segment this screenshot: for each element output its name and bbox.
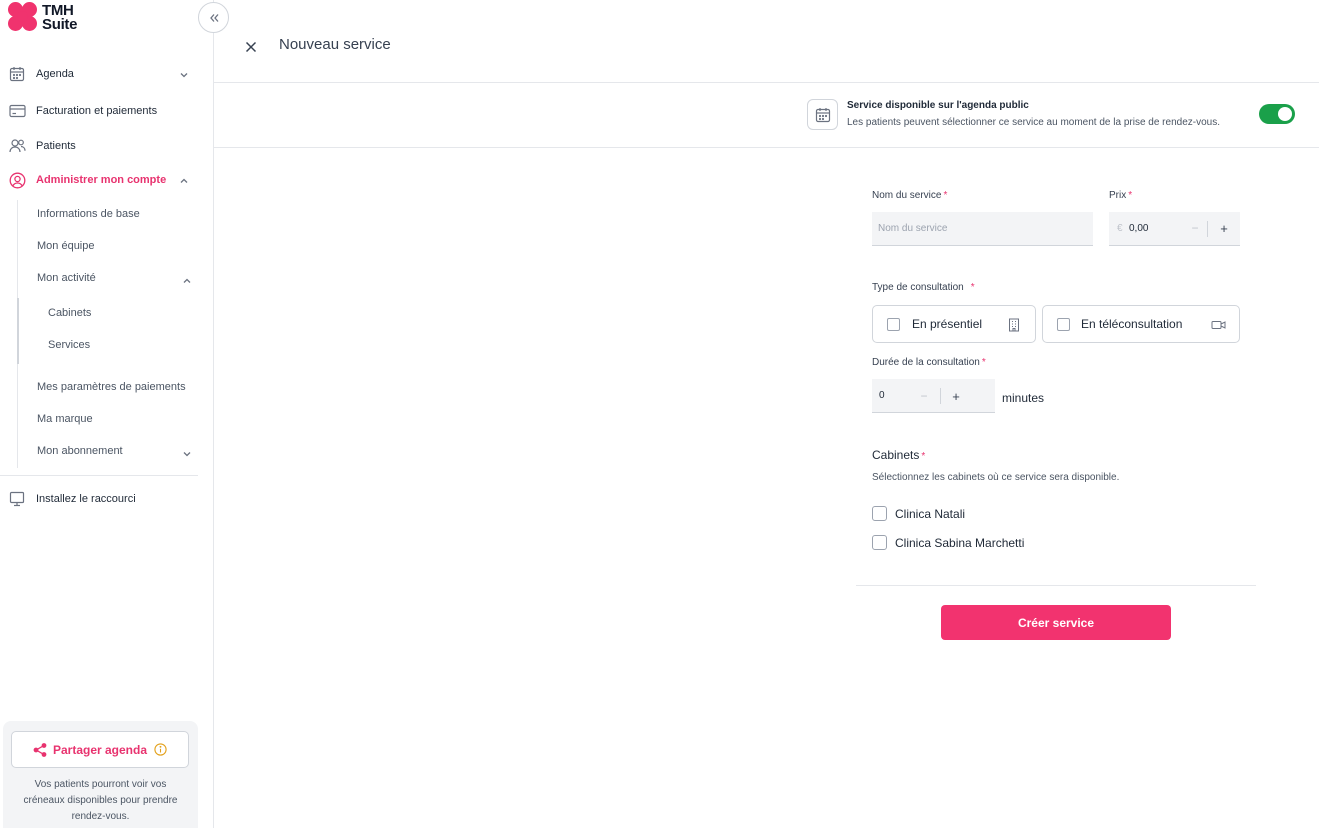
sidebar-item-label: Patients xyxy=(36,140,76,152)
public-agenda-title: Service disponible sur l'agenda public xyxy=(847,100,1029,111)
sidebar: TMH Suite Agenda Facturation et paiement… xyxy=(0,0,214,828)
chevron-up-icon[interactable] xyxy=(181,275,193,287)
teleconsultation-label: En téléconsultation xyxy=(1081,317,1183,331)
sidebar-item-label: Installez le raccourci xyxy=(36,493,136,505)
cabinet-checkbox[interactable] xyxy=(872,506,887,521)
sidebar-item-patients[interactable]: Patients xyxy=(8,137,76,155)
toggle-knob xyxy=(1278,107,1292,121)
logo-text: TMH Suite xyxy=(42,2,78,33)
currency-symbol: € xyxy=(1117,223,1123,234)
close-button[interactable] xyxy=(242,38,260,56)
stepper-separator xyxy=(1207,221,1208,237)
public-agenda-description: Les patients peuvent sélectionner ce ser… xyxy=(847,117,1220,128)
price-decrement-button[interactable]: − xyxy=(1186,219,1204,237)
users-icon xyxy=(8,137,26,155)
tmh-suite-logo[interactable]: TMH Suite xyxy=(8,2,77,34)
public-agenda-toggle[interactable] xyxy=(1259,104,1295,124)
stepper-separator xyxy=(940,388,941,404)
page-title: Nouveau service xyxy=(279,36,391,53)
sidebar-subitem-activity[interactable]: Mon activité xyxy=(37,272,96,284)
form-divider xyxy=(856,585,1256,586)
price-label: Prix * xyxy=(1109,190,1133,201)
duration-decrement-button[interactable]: − xyxy=(915,387,933,405)
duration-stepper[interactable]: 0 − + xyxy=(872,379,995,413)
cabinets-description: Sélectionnez les cabinets où ce service … xyxy=(872,472,1120,483)
monitor-icon xyxy=(8,490,26,508)
in-person-option[interactable]: En présentiel xyxy=(872,305,1036,343)
sidebar-item-agenda[interactable]: Agenda xyxy=(8,65,74,83)
chevron-up-icon[interactable] xyxy=(178,175,190,187)
teleconsultation-checkbox[interactable] xyxy=(1057,318,1070,331)
price-value[interactable]: 0,00 xyxy=(1129,223,1148,234)
collapse-sidebar-button[interactable] xyxy=(198,2,229,33)
price-stepper[interactable]: € 0,00 − + xyxy=(1109,212,1240,246)
in-person-label: En présentiel xyxy=(912,317,983,331)
sidebar-subitem-team[interactable]: Mon équipe xyxy=(37,240,95,252)
service-name-label: Nom du service * xyxy=(872,190,948,201)
cabinet-option[interactable]: Clinica Sabina Marchetti xyxy=(872,535,1024,550)
credit-card-icon xyxy=(8,102,26,120)
sidebar-subitem-cabinets[interactable]: Cabinets xyxy=(48,307,91,319)
price-increment-button[interactable]: + xyxy=(1215,219,1233,237)
video-icon xyxy=(1210,317,1226,333)
close-icon xyxy=(245,41,257,53)
cabinet-checkbox[interactable] xyxy=(872,535,887,550)
logo-mark-icon xyxy=(8,2,40,34)
cabinets-title: Cabinets * xyxy=(872,448,926,462)
sidebar-subitem-services[interactable]: Services xyxy=(48,339,90,351)
sidebar-item-label: Administrer mon compte xyxy=(36,174,167,186)
duration-label: Durée de la consultation * xyxy=(872,357,986,368)
activity-submenu-guide xyxy=(17,298,19,364)
header-divider xyxy=(214,82,1319,83)
info-icon[interactable] xyxy=(154,743,167,756)
cabinet-label: Clinica Sabina Marchetti xyxy=(895,535,1025,550)
duration-unit: minutes xyxy=(1002,391,1045,405)
chevron-down-icon[interactable] xyxy=(178,69,190,81)
sidebar-item-label: Agenda xyxy=(36,68,74,80)
share-agenda-description: Vos patients pourront voir vos créneaux … xyxy=(23,779,178,822)
user-circle-icon xyxy=(8,171,26,189)
calendar-icon xyxy=(8,65,26,83)
consultation-type-label: Type de consultation * xyxy=(872,282,975,293)
teleconsultation-option[interactable]: En téléconsultation xyxy=(1042,305,1240,343)
sidebar-subitem-brand[interactable]: Ma marque xyxy=(37,413,93,425)
share-agenda-card: Partager agenda Vos patients pourront vo… xyxy=(3,721,198,828)
create-service-button[interactable]: Créer service xyxy=(941,605,1171,640)
sidebar-item-account[interactable]: Administrer mon compte xyxy=(8,171,166,189)
double-chevron-left-icon xyxy=(208,12,220,24)
cabinet-option[interactable]: Clinica Natali xyxy=(872,506,965,521)
duration-increment-button[interactable]: + xyxy=(947,387,965,405)
cabinet-label: Clinica Natali xyxy=(895,506,966,521)
sidebar-subitem-basic-info[interactable]: Informations de base xyxy=(37,208,140,220)
share-icon xyxy=(33,742,47,757)
building-icon xyxy=(1006,317,1022,333)
section-divider xyxy=(214,147,1319,148)
share-agenda-button[interactable]: Partager agenda xyxy=(11,731,189,768)
duration-value[interactable]: 0 xyxy=(879,390,885,401)
chevron-down-icon[interactable] xyxy=(181,448,193,460)
in-person-checkbox[interactable] xyxy=(887,318,900,331)
sidebar-divider xyxy=(0,475,198,476)
sidebar-subitem-payment-settings[interactable]: Mes paramètres de paiements xyxy=(37,381,186,393)
sidebar-subitem-subscription[interactable]: Mon abonnement xyxy=(37,445,123,457)
share-agenda-label: Partager agenda xyxy=(52,742,148,757)
service-name-input[interactable] xyxy=(872,212,1093,246)
sidebar-item-install-shortcut[interactable]: Installez le raccourci xyxy=(8,490,136,508)
calendar-icon xyxy=(807,99,838,130)
sidebar-item-billing[interactable]: Facturation et paiements xyxy=(8,102,157,120)
sidebar-item-label: Facturation et paiements xyxy=(36,105,158,117)
